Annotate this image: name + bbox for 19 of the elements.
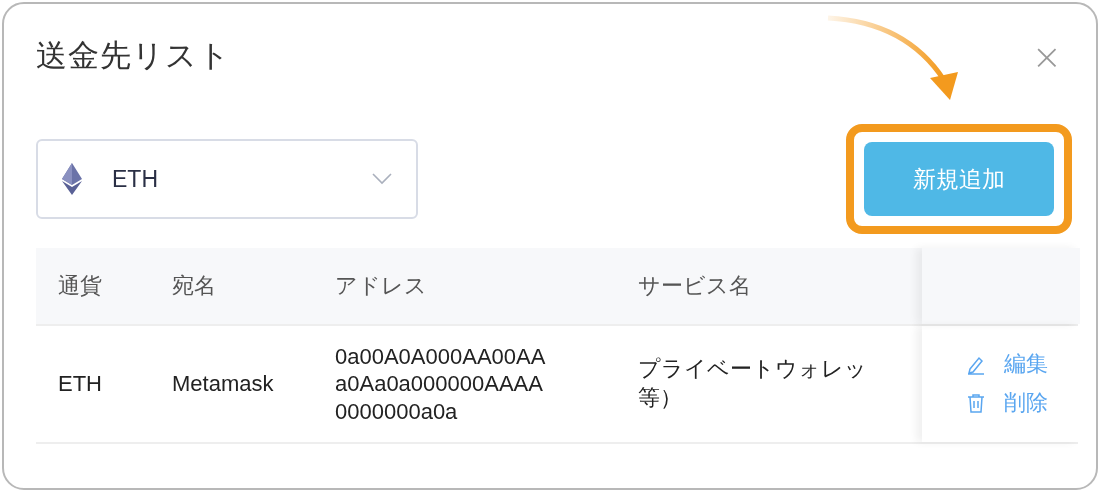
dialog-title: 送金先リスト xyxy=(36,37,231,75)
add-new-button[interactable]: 新規追加 xyxy=(864,142,1054,216)
table-cell-text: Metamask xyxy=(171,369,275,398)
chevron-down-icon xyxy=(372,173,392,185)
action-link[interactable]: 削除 xyxy=(1004,389,1048,418)
trash-icon xyxy=(966,393,986,414)
table-cell-text: ETH xyxy=(57,369,103,398)
column-header: サービス名 xyxy=(637,272,752,300)
table-cell-text: 0a00A0A000AA00AA a0Aa0a000000AAAA 0000000a0a xyxy=(334,342,547,426)
action-link[interactable]: 編集 xyxy=(1004,350,1048,379)
service-name-line: プライベートウォレッ xyxy=(638,355,867,384)
column-header: 宛名 xyxy=(171,272,217,300)
service-name-line: 等） xyxy=(638,384,682,412)
ethereum-icon xyxy=(62,163,82,195)
pencil-icon xyxy=(966,354,986,375)
column-header: アドレス xyxy=(334,272,428,300)
column-header: 通貨 xyxy=(57,272,103,300)
currency-select[interactable]: ETH xyxy=(36,139,418,219)
close-button[interactable]: × xyxy=(1017,35,1076,77)
